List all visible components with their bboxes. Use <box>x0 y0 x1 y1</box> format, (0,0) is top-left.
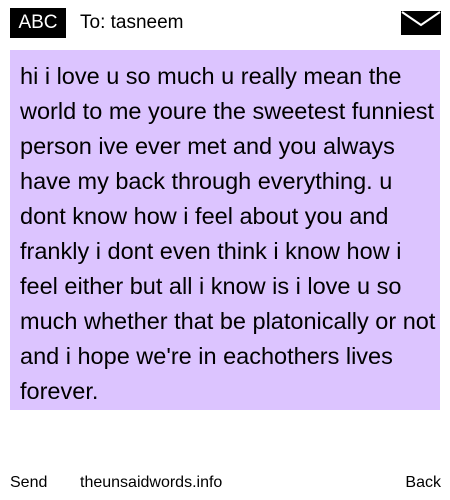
softkey-bar: Send theunsaidwords.info Back <box>0 470 450 498</box>
compose-header: ABC To: tasneem <box>0 0 450 46</box>
input-mode-badge[interactable]: ABC <box>10 8 66 38</box>
site-label: theunsaidwords.info <box>80 474 223 491</box>
message-area[interactable]: hi i love u so much u really mean the wo… <box>0 50 450 450</box>
message-body[interactable]: hi i love u so much u really mean the wo… <box>20 59 440 409</box>
envelope-icon <box>401 11 441 35</box>
back-button[interactable]: Back <box>405 474 441 492</box>
send-button[interactable]: Send <box>10 474 47 492</box>
sms-compose-screen: ABC To: tasneem hi i love u so much u re… <box>0 0 450 500</box>
recipient-field[interactable]: To: tasneem <box>80 8 184 38</box>
